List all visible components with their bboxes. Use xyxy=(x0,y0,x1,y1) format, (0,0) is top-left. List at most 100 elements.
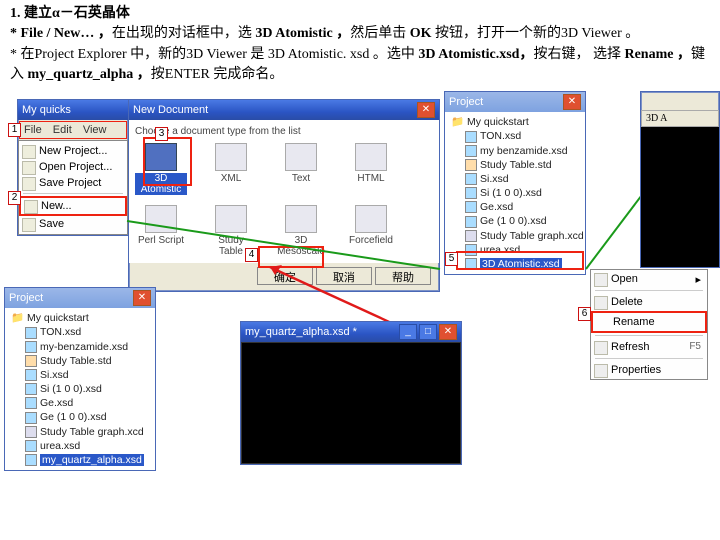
minimize-icon[interactable]: _ xyxy=(399,324,417,340)
tree-item[interactable]: urea.xsd xyxy=(9,439,151,453)
file-save-project[interactable]: Save Project xyxy=(19,175,127,191)
file-icon xyxy=(25,383,37,395)
menu-view[interactable]: View xyxy=(83,124,107,136)
doc-type-grid: 3D Atomistic XML Text HTML Perl Script S… xyxy=(135,143,433,257)
tree-item[interactable]: Ge (1 0 0).xsd xyxy=(9,410,151,424)
save-icon xyxy=(22,177,36,191)
file-icon xyxy=(465,244,477,256)
tree-item-selected[interactable]: 3D Atomistic.xsd xyxy=(449,257,581,271)
maximize-icon[interactable]: □ xyxy=(419,324,437,340)
separator xyxy=(595,335,703,336)
tree-root[interactable]: 📁 My quickstart xyxy=(9,311,151,325)
help-button[interactable]: 帮助 xyxy=(375,267,431,285)
project1-titlebar: Project ✕ xyxy=(445,92,585,112)
doc-type-perl[interactable]: Perl Script xyxy=(135,205,187,257)
open-icon xyxy=(22,161,36,175)
new-doc-hint: Choose a document type from the list xyxy=(135,126,433,137)
step-tag-3: 3 xyxy=(155,127,168,141)
tree-item[interactable]: Si.xsd xyxy=(449,172,581,186)
viewer-canvas[interactable] xyxy=(241,342,461,464)
new-doc-body: Choose a document type from the list 3D … xyxy=(129,120,439,263)
tree-item[interactable]: Study Table.std xyxy=(9,354,151,368)
file-icon xyxy=(465,159,477,171)
file-icon xyxy=(465,201,477,213)
heading: 1. 建立α－石英晶体 xyxy=(10,6,130,21)
file-icon xyxy=(25,355,37,367)
step-tag-6: 6 xyxy=(578,307,591,321)
separator xyxy=(595,290,703,291)
tree-item[interactable]: Si (1 0 0).xsd xyxy=(449,186,581,200)
viewer-title: my_quartz_alpha.xsd * xyxy=(245,326,357,338)
file-save[interactable]: Save xyxy=(19,216,127,232)
tree-item[interactable]: Ge.xsd xyxy=(449,200,581,214)
refresh-icon xyxy=(594,341,608,355)
close-icon[interactable]: ✕ xyxy=(417,102,435,118)
doc-icon xyxy=(285,205,317,233)
viewer-window-fragment: 3D A xyxy=(640,91,720,268)
tree-item[interactable]: Ge.xsd xyxy=(9,396,151,410)
new-icon xyxy=(24,200,38,214)
dialog-buttons: 确定 取消 帮助 xyxy=(129,263,439,291)
menu-separator xyxy=(23,193,123,194)
ctx-delete[interactable]: Delete xyxy=(591,293,707,311)
doc-icon xyxy=(355,143,387,171)
menu-file[interactable]: File xyxy=(24,124,42,136)
project2-tree: 📁 My quickstart TON.xsd my-benzamide.xsd… xyxy=(5,308,155,470)
new-doc-titlebar: New Document ✕ xyxy=(129,100,439,120)
close-icon[interactable]: ✕ xyxy=(439,324,457,340)
viewer-tab[interactable]: 3D A xyxy=(641,110,719,127)
context-menu: Open▸ Delete Rename RefreshF5 Properties xyxy=(590,269,708,380)
viewer-canvas[interactable] xyxy=(641,127,719,267)
file-icon xyxy=(465,145,477,157)
tree-item[interactable]: urea.xsd xyxy=(449,243,581,257)
tree-item-renamed[interactable]: my_quartz_alpha.xsd xyxy=(9,453,151,467)
tree-item[interactable]: TON.xsd xyxy=(449,129,581,143)
close-icon[interactable]: ✕ xyxy=(563,94,581,110)
file-open-project[interactable]: Open Project... xyxy=(19,159,127,175)
file-new[interactable]: New... xyxy=(19,196,127,216)
project1-tree: 📁 My quickstart TON.xsd my benzamide.xsd… xyxy=(445,112,585,274)
doc-type-html[interactable]: HTML xyxy=(345,143,397,195)
composite-figure: My quicks File Edit View New Project... … xyxy=(0,91,720,501)
menu-edit[interactable]: Edit xyxy=(53,124,72,136)
cancel-button[interactable]: 取消 xyxy=(316,267,372,285)
doc-type-text[interactable]: Text xyxy=(275,143,327,195)
blank-icon xyxy=(22,145,36,159)
ctx-properties[interactable]: Properties xyxy=(591,361,707,379)
doc-icon xyxy=(215,205,247,233)
doc-type-xml[interactable]: XML xyxy=(205,143,257,195)
tree-item[interactable]: Study Table graph.xcd xyxy=(9,425,151,439)
doc-icon xyxy=(355,205,387,233)
file-icon xyxy=(25,454,37,466)
step-tag-4: 4 xyxy=(245,248,258,262)
project-panel-2: Project ✕ 📁 My quickstart TON.xsd my-ben… xyxy=(4,287,156,471)
file-new-project[interactable]: New Project... xyxy=(19,143,127,159)
tree-root[interactable]: 📁 My quickstart xyxy=(449,115,581,129)
ok-button[interactable]: 确定 xyxy=(257,267,313,285)
file-icon xyxy=(465,216,477,228)
tree-item[interactable]: TON.xsd xyxy=(9,325,151,339)
ctx-rename[interactable]: Rename xyxy=(591,311,707,333)
tree-item[interactable]: Study Table graph.xcd xyxy=(449,229,581,243)
tree-item[interactable]: Si.xsd xyxy=(9,368,151,382)
ctx-refresh[interactable]: RefreshF5 xyxy=(591,338,707,356)
close-icon[interactable]: ✕ xyxy=(133,290,151,306)
tree-item[interactable]: Ge (1 0 0).xsd xyxy=(449,214,581,228)
tree-item[interactable]: my-benzamide.xsd xyxy=(9,340,151,354)
file-icon xyxy=(25,397,37,409)
doc-type-3d-mesoscale[interactable]: 3D Mesoscale xyxy=(275,205,327,257)
file-icon xyxy=(25,327,37,339)
tree-item[interactable]: my benzamide.xsd xyxy=(449,144,581,158)
file-icon xyxy=(25,426,37,438)
doc-type-3d-atomistic[interactable]: 3D Atomistic xyxy=(135,143,187,195)
doc-type-forcefield[interactable]: Forcefield xyxy=(345,205,397,257)
doc-icon xyxy=(215,143,247,171)
step-tag-1: 1 xyxy=(8,123,21,137)
ctx-open[interactable]: Open▸ xyxy=(591,270,707,288)
tree-item[interactable]: Study Table.std xyxy=(449,158,581,172)
project1-title: Project xyxy=(449,96,483,108)
file-icon xyxy=(25,412,37,424)
new-doc-title: New Document xyxy=(133,104,208,116)
save-icon xyxy=(22,218,36,232)
tree-item[interactable]: Si (1 0 0).xsd xyxy=(9,382,151,396)
